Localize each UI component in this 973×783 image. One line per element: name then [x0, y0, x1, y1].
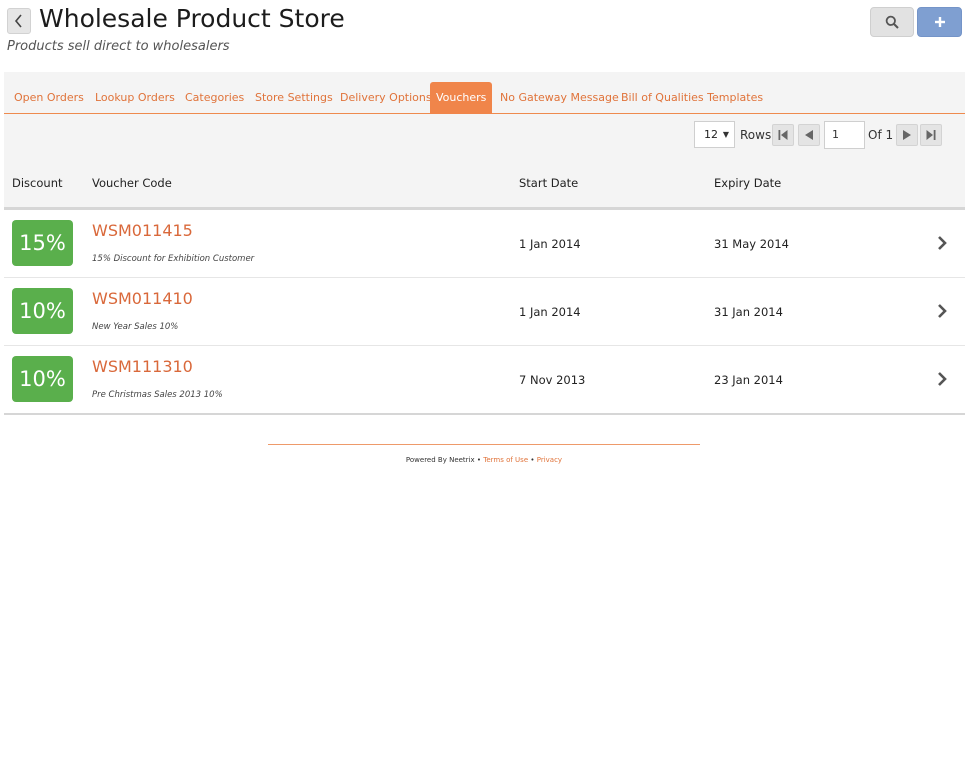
powered-by-text: Powered By Neetrix — [405, 456, 475, 464]
triangle-left-icon — [805, 130, 813, 140]
voucher-row[interactable]: 15% WSM011415 15% Discount for Exhibitio… — [4, 210, 965, 278]
chevron-right-icon[interactable] — [935, 370, 949, 388]
page-title: Wholesale Product Store — [39, 4, 345, 33]
voucher-description: New Year Sales 10% — [92, 322, 179, 332]
footer-divider — [268, 444, 700, 445]
expiry-date: 31 Jan 2014 — [714, 305, 783, 319]
tab-open-orders[interactable]: Open Orders — [14, 82, 84, 113]
start-date: 7 Nov 2013 — [519, 373, 586, 387]
rows-per-page-value: 12 — [704, 128, 718, 141]
first-page-button[interactable] — [772, 124, 794, 146]
first-page-icon — [778, 130, 788, 140]
voucher-list: 15% WSM011415 15% Discount for Exhibitio… — [4, 210, 965, 415]
footer-separator: • — [474, 456, 484, 464]
next-page-button[interactable] — [896, 124, 918, 146]
tab-lookup-orders[interactable]: Lookup Orders — [95, 82, 175, 113]
last-page-button[interactable] — [920, 124, 942, 146]
add-button[interactable] — [917, 7, 962, 37]
tab-delivery-options[interactable]: Delivery Options — [340, 82, 432, 113]
search-icon — [885, 15, 899, 29]
column-header-voucher-code[interactable]: Voucher Code — [92, 176, 172, 190]
voucher-code-link[interactable]: WSM011410 — [92, 289, 193, 308]
column-header-discount[interactable]: Discount — [12, 176, 63, 190]
page-number-input[interactable]: 1 — [824, 121, 865, 149]
vouchers-panel: Open Orders Lookup Orders Categories Sto… — [4, 72, 965, 415]
rows-label: Rows — [740, 128, 772, 142]
tab-bar: Open Orders Lookup Orders Categories Sto… — [4, 82, 965, 114]
voucher-description: 15% Discount for Exhibition Customer — [92, 254, 255, 264]
start-date: 1 Jan 2014 — [519, 305, 581, 319]
chevron-left-icon — [14, 14, 22, 28]
page-count-label: Of 1 — [868, 128, 894, 142]
tab-categories[interactable]: Categories — [185, 82, 244, 113]
expiry-date: 23 Jan 2014 — [714, 373, 783, 387]
page-subtitle: Products sell direct to wholesalers — [7, 39, 230, 54]
search-button[interactable] — [870, 7, 914, 37]
chevron-right-icon[interactable] — [935, 302, 949, 320]
footer-separator: • — [528, 456, 537, 464]
privacy-link[interactable]: Privacy — [537, 456, 562, 464]
discount-badge: 10% — [12, 288, 73, 334]
tab-bill-of-qualities-templates[interactable]: Bill of Qualities Templates — [621, 82, 763, 113]
voucher-row[interactable]: 10% WSM111310 Pre Christmas Sales 2013 1… — [4, 346, 965, 415]
triangle-right-icon — [903, 130, 911, 140]
discount-badge: 10% — [12, 356, 73, 402]
previous-page-button[interactable] — [798, 124, 820, 146]
chevron-right-icon[interactable] — [935, 234, 949, 252]
caret-down-icon: ▼ — [722, 130, 729, 139]
tab-store-settings[interactable]: Store Settings — [255, 82, 333, 113]
back-button[interactable] — [7, 8, 31, 34]
tab-vouchers[interactable]: Vouchers — [430, 82, 493, 114]
plus-icon — [934, 17, 945, 27]
terms-of-use-link[interactable]: Terms of Use — [483, 456, 528, 464]
tab-no-gateway-message[interactable]: No Gateway Message — [500, 82, 619, 113]
voucher-code-link[interactable]: WSM111310 — [92, 357, 193, 376]
footer: Powered By Neetrix • Terms of Use • Priv… — [268, 456, 700, 464]
column-header-start-date[interactable]: Start Date — [519, 176, 578, 190]
expiry-date: 31 May 2014 — [714, 237, 789, 251]
discount-badge: 15% — [12, 220, 73, 266]
rows-per-page-select[interactable]: 12 ▼ — [694, 121, 735, 148]
last-page-icon — [926, 130, 936, 140]
voucher-description: Pre Christmas Sales 2013 10% — [92, 390, 223, 400]
voucher-row[interactable]: 10% WSM011410 New Year Sales 10% 1 Jan 2… — [4, 278, 965, 346]
voucher-code-link[interactable]: WSM011415 — [92, 221, 193, 240]
column-header-expiry-date[interactable]: Expiry Date — [714, 176, 781, 190]
start-date: 1 Jan 2014 — [519, 237, 581, 251]
